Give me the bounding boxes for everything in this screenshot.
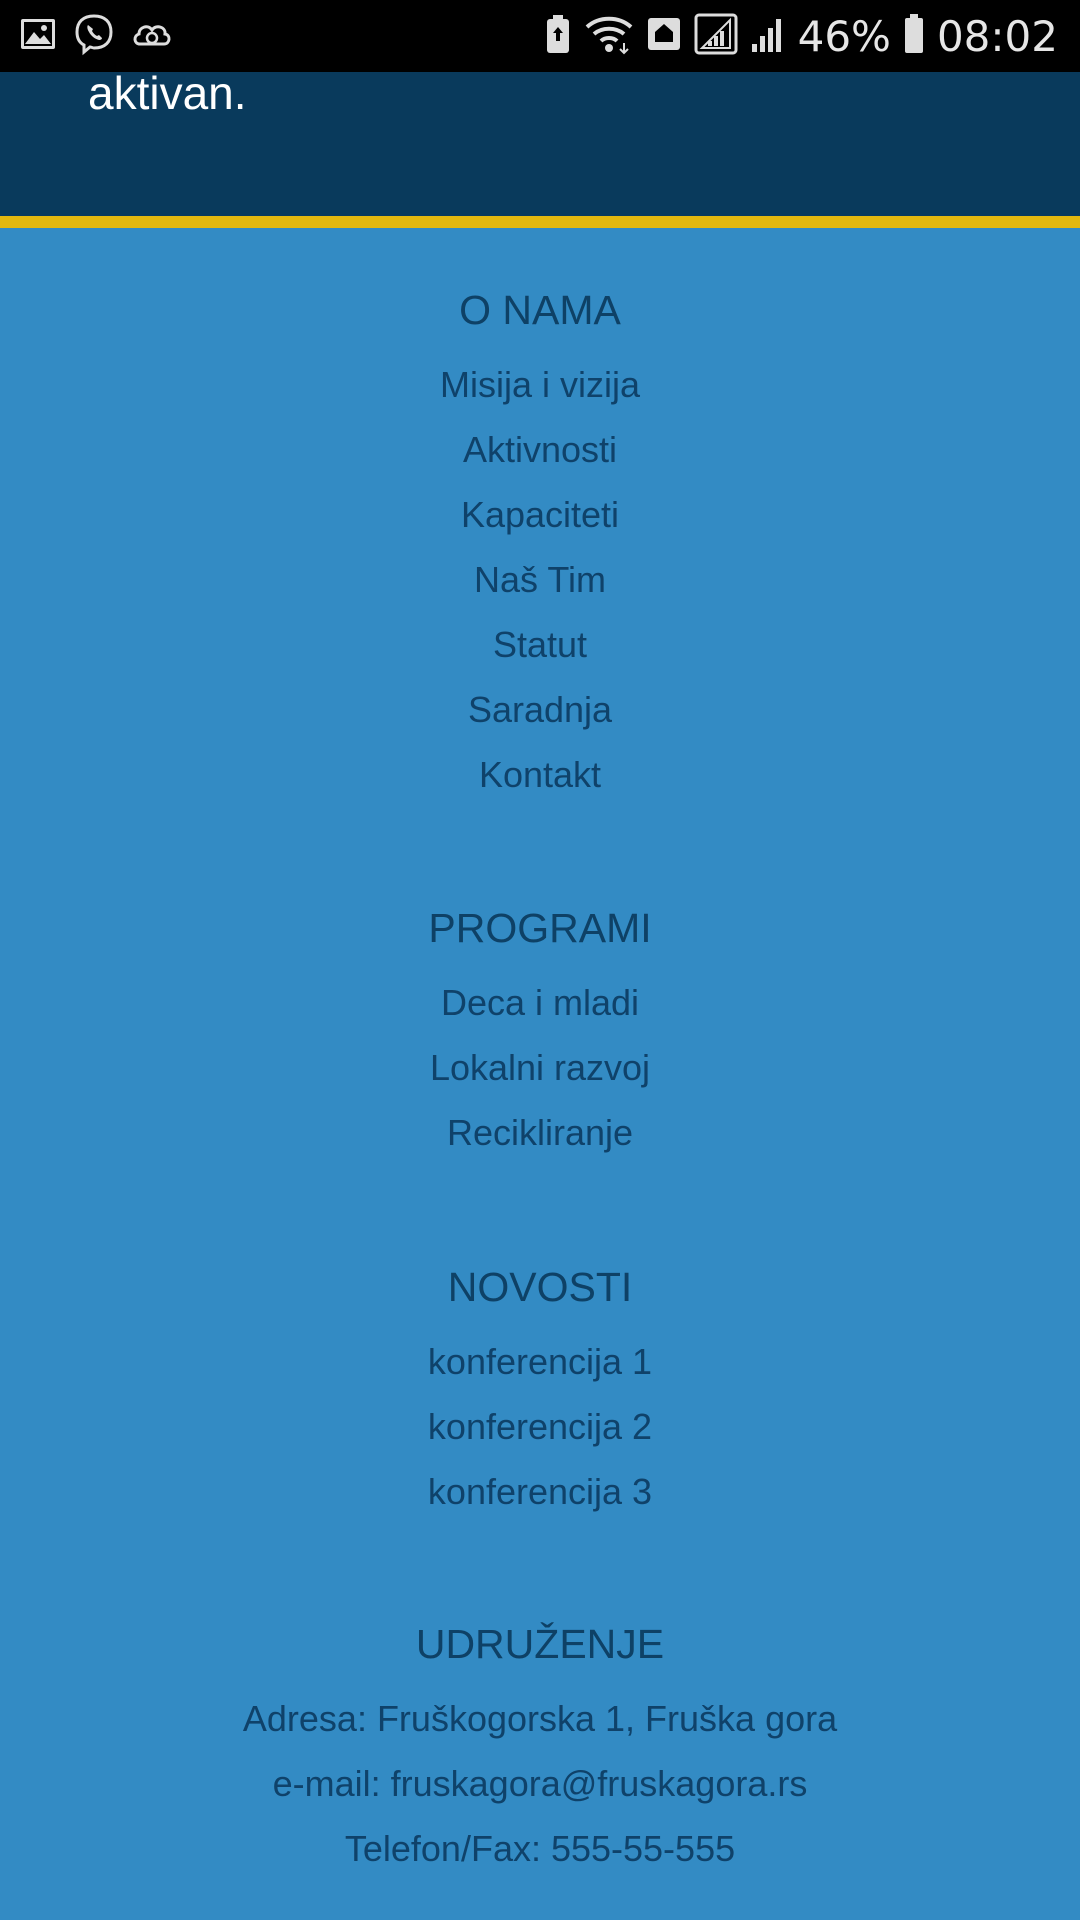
hero-text: aktivan. [88,67,247,119]
link-aktivnosti[interactable]: Aktivnosti [0,432,1080,468]
link-konferencija-3[interactable]: konferencija 3 [0,1474,1080,1510]
link-lokalni-razvoj[interactable]: Lokalni razvoj [0,1050,1080,1086]
section-title-association: UDRUŽENJE [415,1621,665,1667]
link-misija-i-vizija[interactable]: Misija i vizija [0,367,1080,403]
status-bar-system: 46% 08:02 [544,10,1058,62]
contact-address: Adresa: Fruškogorska 1, Fruška gora [242,1698,838,1739]
battery-saver-icon [544,13,572,60]
status-bar-notifications [18,12,174,61]
link-statut[interactable]: Statut [0,627,1080,663]
accent-divider [0,216,1080,228]
link-konferencija-1[interactable]: konferencija 1 [0,1344,1080,1380]
link-saradnja[interactable]: Saradnja [0,692,1080,728]
nfc-icon [646,14,682,59]
status-bar: 46% 08:02 [0,0,1080,72]
section-title-programs: PROGRAMI [428,905,652,951]
signal-sim2-icon [750,14,786,59]
link-nas-tim[interactable]: Naš Tim [0,562,1080,598]
link-kapaciteti[interactable]: Kapaciteti [0,497,1080,533]
link-konferencija-2[interactable]: konferencija 2 [0,1409,1080,1445]
battery-percentage: 46% [797,11,891,61]
clock: 08:02 [936,11,1058,61]
signal-sim1-icon [694,12,738,61]
cloud-sync-icon [130,14,174,59]
link-recikliranje[interactable]: Recikliranje [0,1115,1080,1151]
hero-banner: aktivan. [0,67,1080,216]
link-deca-i-mladi[interactable]: Deca i mladi [0,985,1080,1021]
contact-email[interactable]: e-mail: fruskagora@fruskagora.rs [0,1766,1080,1802]
wifi-icon [584,13,634,60]
section-title-about: O NAMA [459,287,621,333]
gallery-icon [18,14,58,59]
section-title-news: NOVOSTI [447,1264,633,1310]
contact-phone[interactable]: Telefon/Fax: 555-55-555 [0,1831,1080,1867]
link-kontakt[interactable]: Kontakt [0,757,1080,793]
viber-icon [72,12,116,61]
battery-icon [903,13,925,60]
